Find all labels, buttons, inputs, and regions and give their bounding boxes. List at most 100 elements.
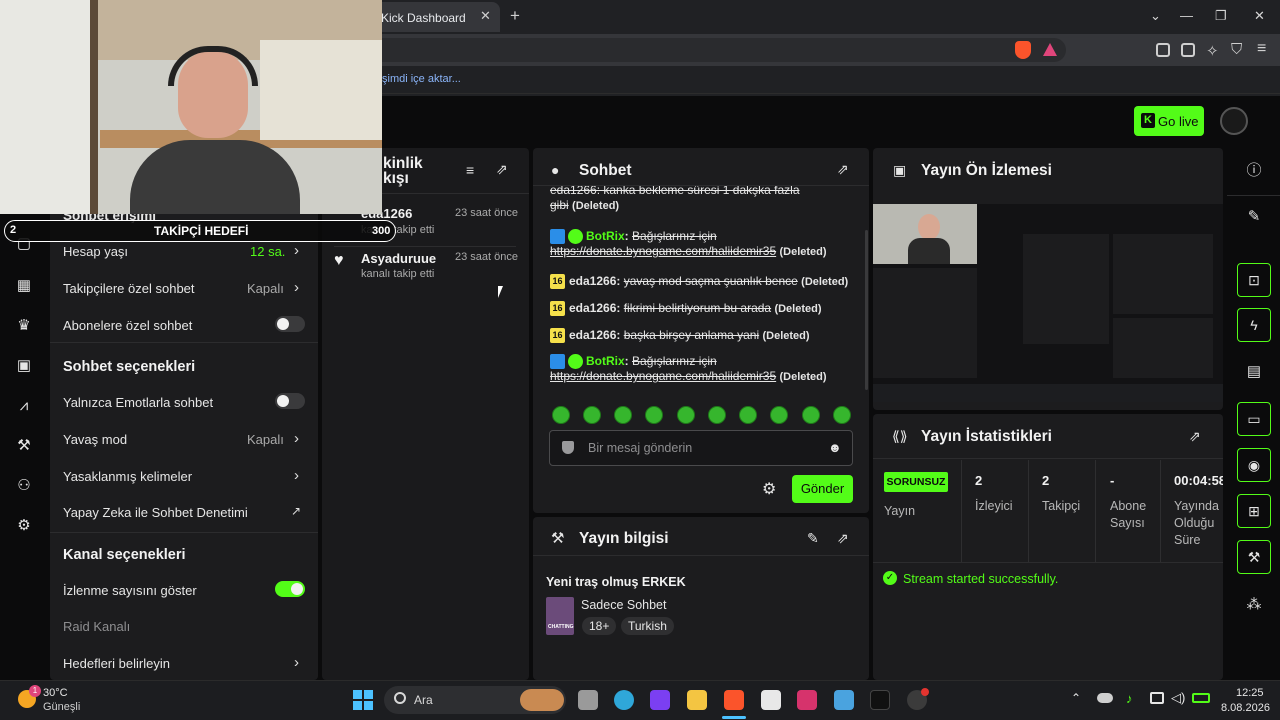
nav-video-icon[interactable]: ▣: [16, 358, 32, 374]
popout-icon[interactable]: ⇗: [837, 530, 849, 547]
chevron-right-icon[interactable]: ›: [294, 467, 299, 484]
setting-followers-only[interactable]: Takipçilere özel sohbet: [63, 281, 195, 296]
emote-only-toggle[interactable]: [275, 393, 305, 409]
file-explorer-icon[interactable]: [687, 690, 707, 710]
clock-date[interactable]: 8.08.2026: [1221, 702, 1270, 714]
weather-temp: 30°C: [43, 687, 68, 699]
chevron-up-icon[interactable]: ⌃: [1071, 691, 1081, 705]
lightning-icon[interactable]: ϟ: [1237, 308, 1271, 342]
emote-icon[interactable]: [770, 406, 788, 424]
stream-preview-video[interactable]: [873, 204, 1223, 402]
chat-messages: eda1266: kanka bekleme süresi 1 dakşka f…: [533, 186, 863, 404]
edge-icon[interactable]: [614, 690, 634, 710]
tag-chip[interactable]: Turkish: [621, 617, 674, 635]
chevron-right-icon[interactable]: ›: [294, 654, 299, 671]
chat-settings-gear-icon[interactable]: ⚙: [762, 479, 776, 499]
stat-value: 2: [975, 473, 983, 488]
close-tab-icon[interactable]: ✕: [480, 8, 492, 23]
nav-wrench-icon[interactable]: ⚒: [16, 438, 32, 454]
emote-icon[interactable]: [583, 406, 601, 424]
layout-rail-icon[interactable]: ⊞: [1237, 494, 1271, 528]
setting-ai-moderation[interactable]: Yapay Zeka ile Sohbet Denetimi: [63, 505, 248, 520]
address-bar[interactable]: n: [360, 38, 1066, 62]
brave-browser-icon[interactable]: [724, 690, 744, 710]
emote-icon[interactable]: [645, 406, 663, 424]
activity-username[interactable]: Asyaduruue: [361, 251, 436, 266]
vpn-icon[interactable]: ⛉: [1231, 41, 1242, 58]
emote-icon[interactable]: [833, 406, 851, 424]
share-icon[interactable]: ⁂: [1237, 588, 1271, 622]
kick-logo-icon: K: [1141, 113, 1155, 128]
subscribers-only-toggle[interactable]: [275, 316, 305, 332]
emote-icon[interactable]: [708, 406, 726, 424]
external-link-icon[interactable]: ↗: [291, 504, 301, 518]
battery-icon[interactable]: [1192, 693, 1210, 703]
onedrive-icon[interactable]: [1097, 693, 1113, 703]
wrench-rail-icon[interactable]: ⚒: [1237, 540, 1271, 574]
nav-chart-icon[interactable]: ⩘: [16, 398, 32, 414]
notepad-icon[interactable]: [834, 690, 854, 710]
network-icon[interactable]: [1150, 692, 1164, 704]
popout-icon[interactable]: ⇗: [496, 161, 508, 178]
brave-rewards-icon[interactable]: [1043, 43, 1057, 56]
screenshot-icon[interactable]: ⊡: [1237, 263, 1271, 297]
popout-icon[interactable]: ⇗: [1189, 428, 1201, 445]
setting-account-age[interactable]: Hesap yaşı: [63, 244, 128, 259]
store-icon[interactable]: [761, 690, 781, 710]
chat-rail-icon[interactable]: ▭: [1237, 402, 1271, 436]
category-name[interactable]: Sadece Sohbet: [581, 598, 667, 612]
nav-trophy-icon[interactable]: ♛: [16, 318, 32, 334]
nav-extensions-icon[interactable]: ⚙: [16, 518, 32, 534]
emote-icon[interactable]: [614, 406, 632, 424]
instagram-icon[interactable]: [797, 690, 817, 710]
import-bookmarks-link[interactable]: şimdi içe aktar...: [382, 73, 461, 85]
emote-icon[interactable]: [802, 406, 820, 424]
filter-icon[interactable]: ≡: [466, 162, 474, 178]
new-tab-button[interactable]: +: [510, 6, 520, 26]
volume-icon[interactable]: ◁): [1171, 690, 1185, 706]
tiktok-icon[interactable]: [870, 690, 890, 710]
emote-icon[interactable]: [677, 406, 695, 424]
chevron-right-icon[interactable]: ›: [294, 279, 299, 296]
send-button[interactable]: Gönder: [792, 475, 853, 503]
minimize-button[interactable]: —: [1180, 8, 1193, 23]
notes-icon[interactable]: ▤: [1237, 355, 1271, 389]
clock-time[interactable]: 12:25: [1236, 687, 1264, 699]
task-view-icon[interactable]: [578, 690, 598, 710]
brave-shield-icon[interactable]: [1015, 41, 1031, 59]
close-window-button[interactable]: ✕: [1254, 8, 1265, 24]
sidebar-icon[interactable]: [1156, 43, 1170, 57]
photos-icon[interactable]: [650, 690, 670, 710]
nav-community-icon[interactable]: ⚇: [16, 478, 32, 494]
restore-button[interactable]: ❐: [1215, 8, 1227, 24]
stream-info-title: Yayın bilgisi: [579, 530, 669, 547]
info-icon[interactable]: ⓘ: [1237, 154, 1271, 188]
chevron-right-icon[interactable]: ›: [294, 242, 299, 259]
edit-pencil-icon[interactable]: ✎: [807, 530, 819, 547]
emote-icon[interactable]: [739, 406, 757, 424]
setting-slow-mode[interactable]: Yavaş mod: [63, 432, 127, 447]
menu-icon[interactable]: ≡: [1257, 40, 1266, 58]
microphone-icon[interactable]: ♪: [1126, 691, 1133, 706]
tag-chip[interactable]: 18+: [582, 617, 617, 635]
goal-label: TAKİPÇİ HEDEFİ: [154, 224, 249, 238]
nav-analytics-icon[interactable]: ▦: [16, 278, 32, 294]
emoji-picker-icon[interactable]: ☻: [828, 440, 842, 455]
edit-icon[interactable]: ✎: [1237, 200, 1271, 234]
popout-icon[interactable]: ⇗: [837, 161, 849, 178]
leo-ai-icon[interactable]: ✧: [1206, 42, 1219, 60]
emote-icon[interactable]: [552, 406, 570, 424]
chat-message: 16 eda1266: fikrimi belirtiyorum bu arada…: [550, 301, 850, 317]
wallet-icon[interactable]: [1181, 43, 1195, 57]
chat-scrollbar[interactable]: [865, 230, 868, 390]
user-avatar[interactable]: [1220, 107, 1248, 135]
go-live-button[interactable]: K Go live: [1134, 106, 1204, 136]
activity-title: kinlik kışı: [383, 155, 423, 187]
broadcast-rail-icon[interactable]: ◉: [1237, 448, 1271, 482]
setting-banned-words[interactable]: Yasaklanmış kelimeler: [63, 469, 192, 484]
show-view-count-toggle[interactable]: [275, 581, 305, 597]
tab-search-icon[interactable]: ⌄: [1150, 8, 1161, 24]
setting-set-goals[interactable]: Hedefleri belirleyin: [63, 656, 170, 671]
start-button[interactable]: [353, 690, 373, 710]
chevron-right-icon[interactable]: ›: [294, 430, 299, 447]
